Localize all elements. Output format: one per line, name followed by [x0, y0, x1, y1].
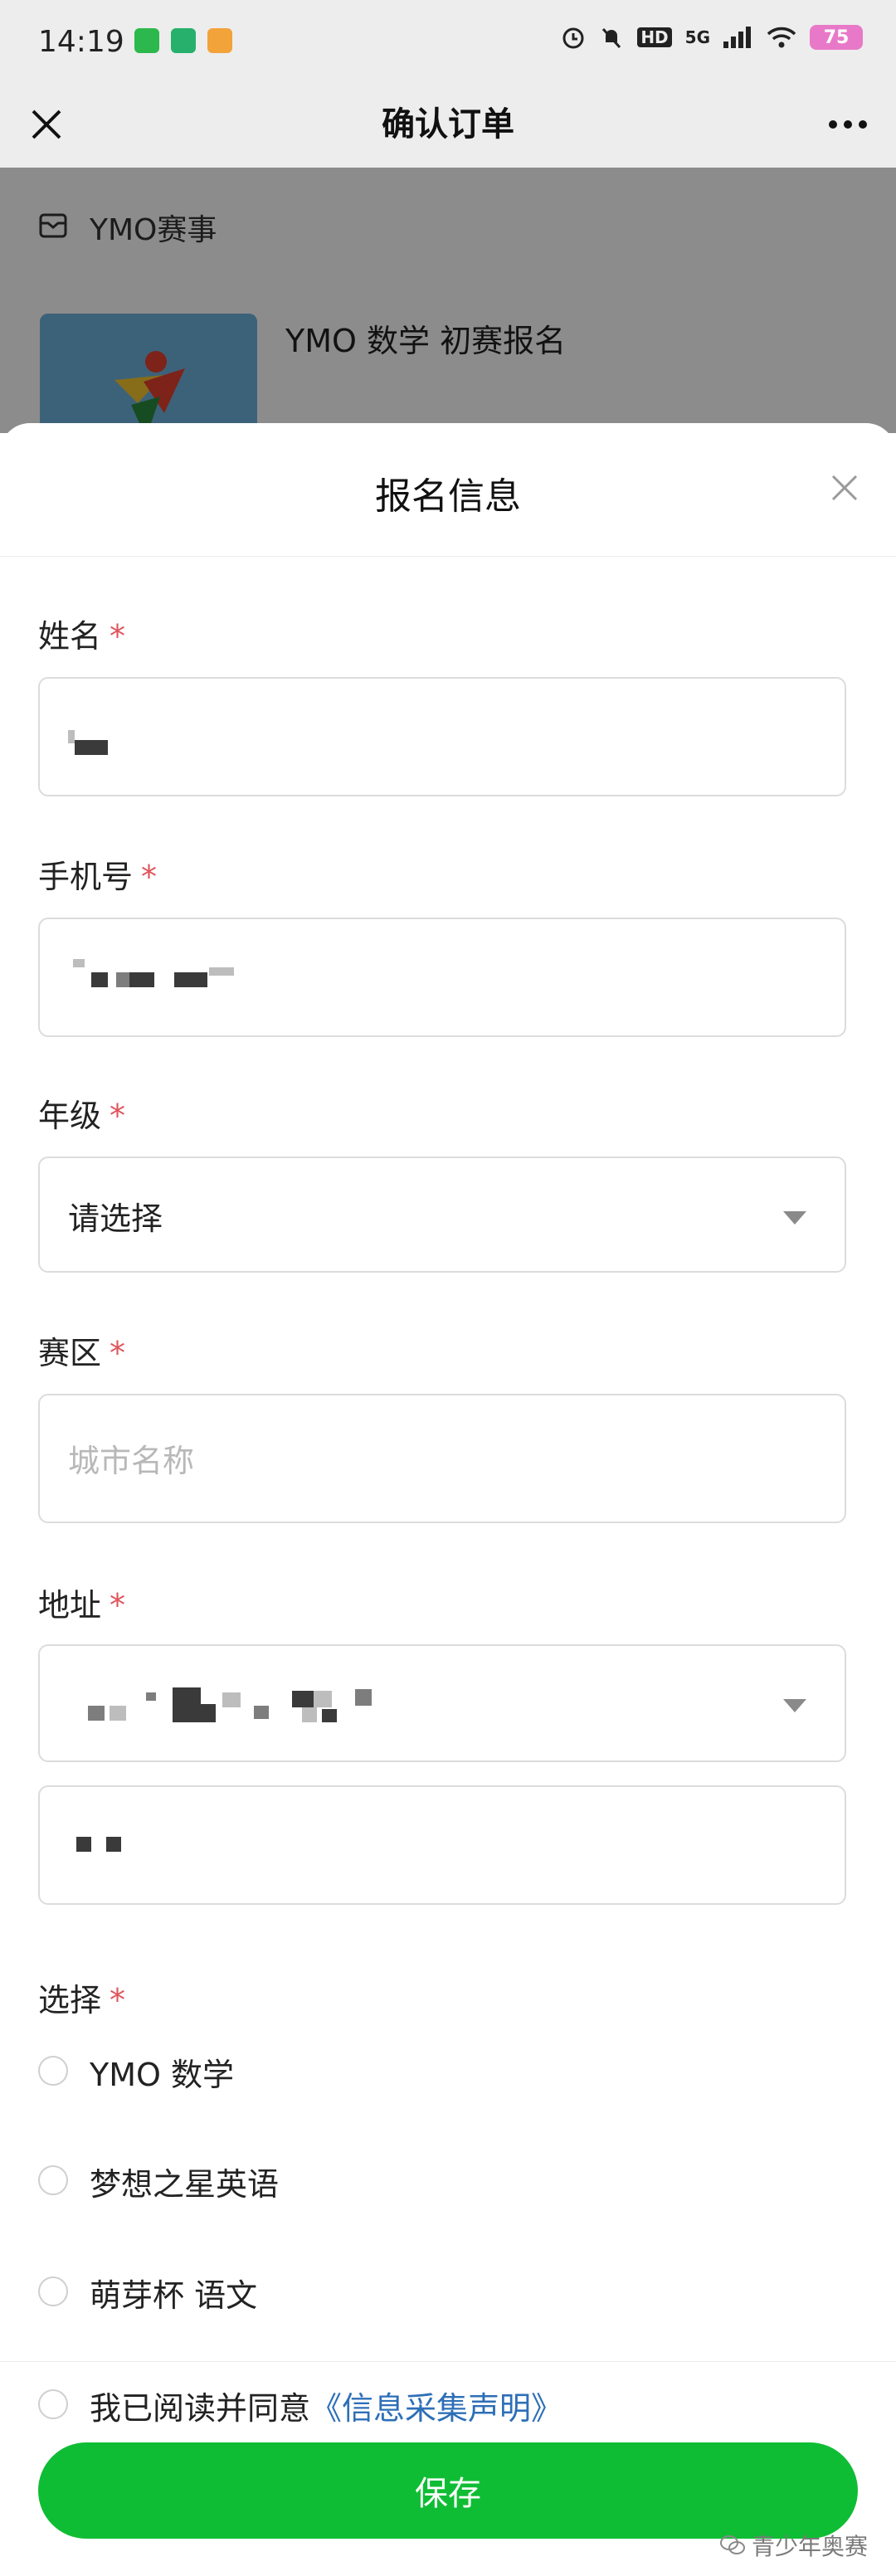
agree-checkbox[interactable] [38, 2389, 68, 2419]
more-dots-icon[interactable] [823, 101, 873, 148]
chevron-down-icon [783, 1211, 806, 1225]
required-mark: * [141, 859, 158, 895]
app-notification-icon [134, 28, 159, 53]
wechat-icon [719, 2535, 745, 2554]
page-title: 确认订单 [382, 105, 514, 144]
address-detail-input[interactable] [38, 1785, 846, 1905]
divider [0, 2361, 896, 2362]
sheet-title: 报名信息 [375, 475, 521, 518]
registration-sheet: 报名信息 姓名* 手机号* 年级* 请选择 赛区* 城市名称 地址* [0, 423, 896, 2576]
required-mark: * [110, 1587, 126, 1624]
app-notification-icon [171, 28, 196, 53]
phone-field[interactable] [38, 918, 846, 1037]
save-button[interactable]: 保存 [38, 2442, 858, 2539]
hd-icon: HD [637, 27, 672, 47]
signal-icon [723, 27, 751, 48]
sheet-header: 报名信息 [0, 423, 896, 557]
radio-button[interactable] [38, 2056, 68, 2086]
name-label: 姓名 * [38, 618, 126, 655]
region-placeholder: 城市名称 [68, 1443, 195, 1479]
radio-button[interactable] [38, 2165, 68, 2195]
alarm-icon [562, 27, 584, 49]
phone-label: 手机号 * [38, 859, 158, 895]
nav-bar: 确认订单 [0, 83, 896, 168]
address-label: 地址 * [38, 1587, 126, 1624]
required-mark: * [110, 618, 126, 655]
watermark: 青少年奥赛 [719, 2529, 868, 2562]
grade-select[interactable]: 请选择 [38, 1157, 846, 1273]
chevron-down-icon [783, 1699, 806, 1712]
status-time: 14:19 [38, 25, 124, 59]
battery-icon: 75 [810, 25, 863, 50]
required-mark: * [110, 1098, 126, 1134]
agree-text: 我已阅读并同意《信息采集声明》 [90, 2390, 563, 2427]
choice-label: 选择 * [38, 1982, 126, 2018]
wifi-icon [767, 27, 796, 48]
required-mark: * [110, 1335, 126, 1371]
privacy-statement-link[interactable]: 《信息采集声明》 [310, 2390, 562, 2427]
required-mark: * [110, 1982, 126, 2018]
app-notification-icon [207, 28, 232, 53]
status-indicators: HD 5G 75 [561, 25, 863, 50]
close-icon[interactable] [826, 470, 863, 506]
mute-bell-icon [602, 27, 621, 49]
option-label: YMO 数学 [90, 2057, 234, 2093]
address-region-select[interactable] [38, 1644, 846, 1762]
option-label: 萌芽杯 语文 [90, 2277, 258, 2314]
option-label: 梦想之星英语 [90, 2166, 280, 2203]
watermark-text: 青少年奥赛 [751, 2533, 868, 2560]
name-field[interactable] [38, 677, 846, 796]
modal-overlay[interactable] [0, 168, 896, 433]
region-input[interactable]: 城市名称 [38, 1394, 846, 1523]
status-bar: 14:19 HD 5G 75 [0, 0, 896, 83]
network-label: 5G [684, 27, 710, 47]
radio-button[interactable] [38, 2277, 68, 2306]
region-label: 赛区 * [38, 1335, 126, 1371]
grade-label: 年级 * [38, 1098, 126, 1134]
grade-value: 请选择 [68, 1200, 163, 1237]
